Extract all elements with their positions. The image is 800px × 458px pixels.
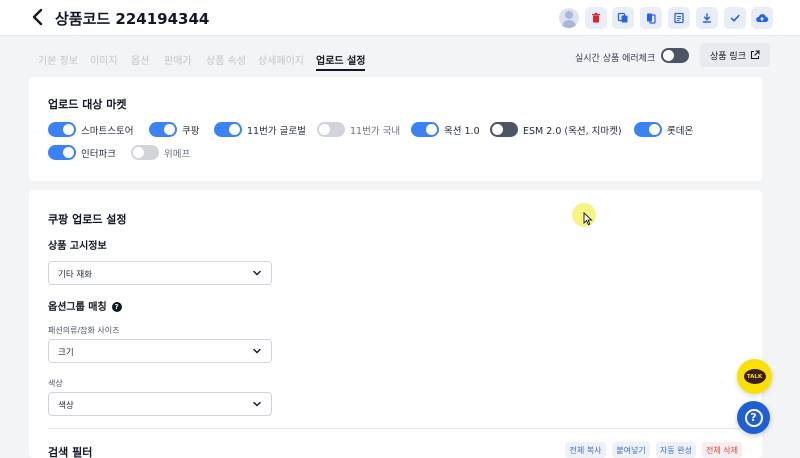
market-label: 롯데온 [667, 125, 694, 137]
copy-all-button[interactable]: 전체 복사 [565, 442, 606, 458]
market-toggle[interactable] [317, 122, 345, 137]
market-label: 스마트스토어 [81, 125, 134, 137]
duplicate-icon [647, 13, 656, 24]
realtime-check-toggle[interactable] [661, 48, 689, 63]
market-11st-global[interactable]: 11번가 글로벌 [214, 122, 306, 137]
option-group-title: 옵션그룹 매칭? [48, 298, 122, 313]
download-button[interactable] [696, 7, 718, 29]
section-divider [48, 428, 742, 429]
page-title: 상품코드 224194344 [55, 10, 210, 28]
product-link-label: 상품 링크 [710, 51, 746, 62]
market-esm[interactable]: ESM 2.0 (옥션, 지마켓) [490, 122, 622, 137]
color-select[interactable]: 색상 [48, 392, 272, 416]
paste-button[interactable]: 붙여넣기 [612, 442, 650, 458]
market-label: ESM 2.0 (옥션, 지마켓) [523, 125, 622, 137]
autocomplete-button[interactable]: 자동 완성 [656, 442, 696, 458]
tab-price[interactable]: 판매가 [164, 52, 192, 67]
size-value: 크기 [58, 348, 74, 358]
color-value: 색상 [58, 401, 74, 411]
back-arrow-icon[interactable] [28, 7, 48, 27]
market-toggle[interactable] [411, 122, 439, 137]
chevron-down-icon [253, 270, 261, 276]
help-icon[interactable]: ? [111, 302, 122, 312]
tab-upload-settings[interactable]: 업로드 설정 [316, 52, 366, 71]
upload-markets-title: 업로드 대상 마켓 [48, 98, 127, 111]
market-toggle[interactable] [48, 145, 76, 160]
duplicate-button[interactable] [640, 7, 662, 29]
coupang-settings-title: 쿠팡 업로드 설정 [48, 213, 127, 226]
market-toggle[interactable] [490, 122, 518, 137]
help-chat-button[interactable]: ? [737, 401, 770, 434]
market-label: 쿠팡 [182, 125, 200, 137]
memo-icon [674, 12, 684, 24]
delete-button[interactable] [585, 7, 607, 29]
download-icon [702, 13, 712, 23]
kakao-talk-icon: TALK [743, 369, 766, 384]
kakao-talk-button[interactable]: TALK [737, 359, 772, 394]
notice-info-label: 상품 고시정보 [48, 241, 107, 252]
market-label: 11번가 글로벌 [247, 125, 306, 137]
market-smartstore[interactable]: 스마트스토어 [48, 122, 133, 137]
market-toggle[interactable] [131, 145, 159, 160]
market-auction[interactable]: 옥션 1.0 [411, 122, 480, 137]
market-11st-domestic[interactable]: 11번가 국내 [317, 122, 400, 137]
notice-info-value: 기타 재화 [58, 270, 92, 280]
search-filter-title: 검색 필터 [48, 446, 93, 458]
tab-options[interactable]: 옵션 [131, 52, 149, 67]
market-label: 11번가 국내 [350, 125, 401, 137]
check-icon [730, 14, 740, 22]
color-label: 색상 [48, 379, 63, 388]
cloud-upload-icon [756, 14, 769, 23]
option-group-label: 옵션그룹 매칭 [48, 302, 107, 313]
market-coupang[interactable]: 쿠팡 [149, 122, 199, 137]
market-label: 옥션 1.0 [444, 125, 480, 137]
question-icon: ? [744, 408, 763, 427]
market-label: 위메프 [164, 148, 191, 160]
copy-icon [617, 12, 628, 23]
realtime-check-label: 실시간 상품 에러체크 [575, 54, 656, 64]
product-link-button[interactable]: 상품 링크 [700, 43, 770, 67]
market-label: 인터파크 [81, 148, 116, 160]
market-interpark[interactable]: 인터파크 [48, 145, 116, 160]
chevron-down-icon [253, 401, 261, 407]
avatar[interactable] [559, 8, 579, 28]
top-header: 상품코드 224194344 [0, 0, 800, 36]
tab-basic-info[interactable]: 기본 정보 [38, 52, 78, 67]
market-toggle[interactable] [48, 122, 76, 137]
size-select[interactable]: 크기 [48, 339, 272, 363]
coupang-settings-card [29, 190, 762, 458]
tab-detail-page[interactable]: 상세페이지 [258, 52, 304, 67]
size-label: 패션의류/잡화 사이즈 [48, 326, 120, 335]
tab-attributes[interactable]: 상품 속성 [206, 52, 246, 67]
notice-info-select[interactable]: 기타 재화 [48, 261, 272, 285]
external-link-icon [750, 50, 760, 60]
chevron-down-icon [253, 348, 261, 354]
upload-button[interactable] [751, 7, 773, 29]
market-toggle[interactable] [634, 122, 662, 137]
market-lotteon[interactable]: 롯데온 [634, 122, 693, 137]
confirm-button[interactable] [724, 7, 746, 29]
memo-button[interactable] [668, 7, 690, 29]
mouse-cursor-icon [583, 212, 593, 226]
delete-all-button[interactable]: 전체 삭제 [702, 442, 742, 458]
market-toggle[interactable] [149, 122, 177, 137]
copy-button[interactable] [612, 7, 634, 29]
market-toggle[interactable] [214, 122, 242, 137]
tab-images[interactable]: 이미지 [90, 52, 118, 67]
trash-icon [592, 12, 600, 23]
market-wemakeprice[interactable]: 위메프 [131, 145, 190, 160]
